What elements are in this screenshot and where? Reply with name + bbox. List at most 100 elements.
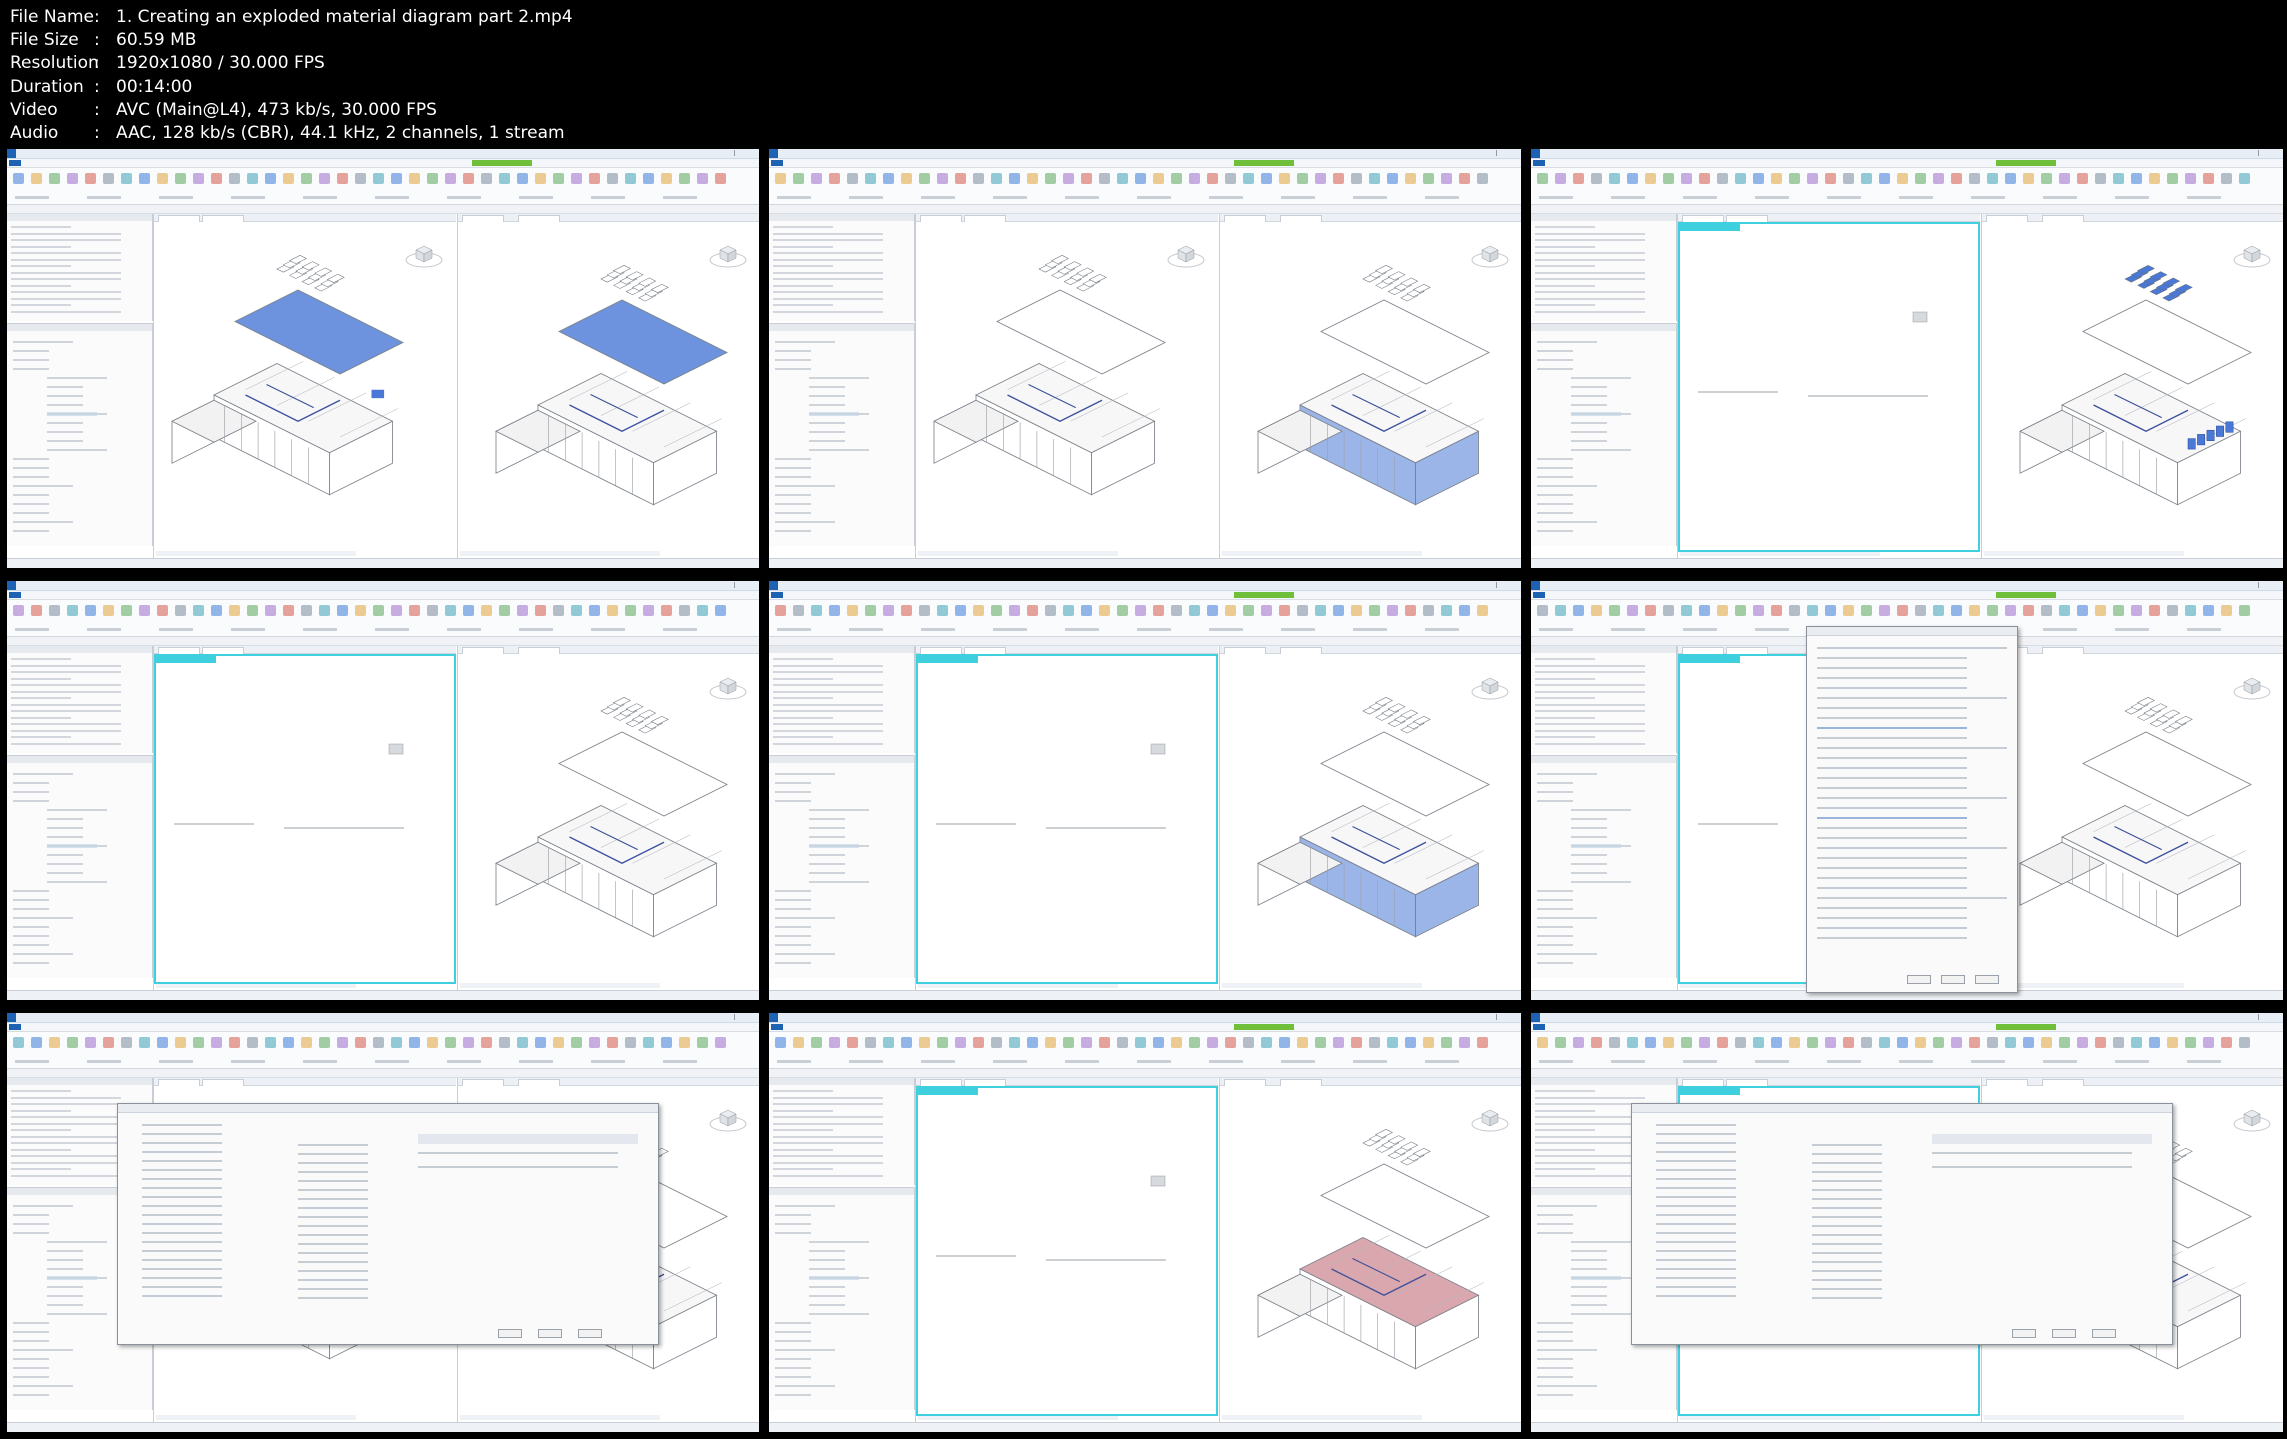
view-tab: [1726, 647, 1768, 654]
ribbon-tool-icon: [1279, 173, 1290, 184]
browser-item: [775, 917, 835, 919]
browser-item: [1571, 1241, 1631, 1243]
ribbon-tool-icon: [697, 1037, 708, 1048]
property-row: [773, 710, 883, 712]
browser-item: [13, 1322, 49, 1324]
view-window-left: [915, 1078, 1218, 1422]
view-canvas-left: [933, 245, 1205, 496]
dialog-row: [1817, 867, 1967, 869]
window-highlight: [2197, 434, 2206, 446]
view-canvas-right: [1257, 677, 1509, 938]
property-row: [1535, 729, 1645, 732]
contextual-tab: [1234, 160, 1294, 166]
ribbon-tool-icon: [955, 605, 966, 616]
ribbon-tool-icon: [1297, 1037, 1308, 1048]
file-info-row: Duration:00:14:00: [10, 76, 573, 99]
video-thumbnail: [7, 1013, 759, 1432]
browser-item: [47, 440, 83, 442]
browser-item: [13, 521, 73, 523]
revit-app-icon: [7, 581, 16, 590]
ribbon-group-label: [159, 1060, 193, 1063]
contextual-tab: [1234, 592, 1294, 598]
property-row: [773, 729, 883, 732]
view-tab: [920, 1079, 962, 1086]
file-info-value: 00:14:00: [116, 76, 193, 97]
ribbon-tool-icon: [1843, 173, 1854, 184]
browser-item: [1537, 485, 1597, 487]
dialog-button: [1907, 975, 1931, 984]
property-row: [11, 684, 121, 686]
browser-item: [775, 1205, 835, 1207]
view-tab: [518, 215, 560, 222]
ribbon-group-label: [303, 196, 337, 199]
temporary-isolate-label: [1680, 224, 1740, 231]
ribbon-tool-icon: [1423, 173, 1434, 184]
project-browser: [769, 323, 915, 546]
ribbon-tool-icon: [193, 1037, 204, 1048]
category-list-item: [1812, 1171, 1882, 1173]
browser-item: [1537, 1331, 1573, 1333]
ribbon-group-label: [663, 1060, 697, 1063]
browser-item: [1571, 449, 1631, 451]
ribbon-group-label: [1209, 196, 1243, 199]
title-bar: [1531, 581, 2283, 591]
project-browser-header: [769, 1188, 914, 1195]
browser-item: [13, 1331, 49, 1333]
dialog-row: [1817, 807, 1967, 809]
file-info-key: Resolution: [10, 53, 99, 74]
ribbon-tool-icon: [2023, 605, 2034, 616]
browser-item: [47, 854, 83, 856]
ribbon-tool-icon: [1081, 1037, 1092, 1048]
ribbon-tool-icon: [1789, 1037, 1800, 1048]
ribbon-tool-icon: [1807, 173, 1818, 184]
browser-item: [47, 1250, 83, 1252]
ribbon-tool-icon: [715, 173, 726, 184]
ribbon-tool-icon: [157, 173, 168, 184]
ribbon-tool-icon: [1477, 605, 1488, 616]
ribbon-group-label: [375, 196, 409, 199]
project-browser-header: [1531, 756, 1676, 763]
properties-palette: [1531, 214, 1677, 321]
browser-item: [1571, 1277, 1631, 1279]
browser-item: [13, 935, 49, 937]
ribbon-tool-icon: [301, 1037, 312, 1048]
ribbon-tool-icon: [2059, 605, 2070, 616]
status-bar: [7, 990, 759, 1000]
ribbon-tool-icon: [1189, 1037, 1200, 1048]
ribbon-tool-icon: [1405, 605, 1416, 616]
ribbon-tool-icon: [211, 1037, 222, 1048]
ribbon-tool-icon: [1387, 605, 1398, 616]
dialog-row: [1817, 767, 1967, 769]
ribbon-tabs: [1531, 1023, 2283, 1032]
exploded-roof: [996, 289, 1166, 375]
file-tab: [1533, 1024, 1545, 1030]
view-tab: [2042, 215, 2084, 222]
view-tabs: [916, 1078, 1218, 1086]
ribbon-tool-icon: [445, 605, 456, 616]
filter-list-item: [1656, 1142, 1736, 1144]
ribbon-group-label: [1683, 196, 1717, 199]
project-browser-header: [769, 756, 914, 763]
view-tab: [462, 647, 504, 654]
ribbon-tool-icon: [1225, 173, 1236, 184]
view-tabs: [154, 1078, 456, 1086]
ribbon-group-label: [1971, 196, 2005, 199]
property-row: [11, 1096, 121, 1099]
view-tab: [1280, 1079, 1322, 1086]
property-row: [11, 232, 121, 235]
browser-item: [775, 773, 835, 775]
browser-item: [13, 782, 49, 784]
browser-item: [809, 845, 869, 847]
dialog-row: [1817, 907, 1967, 909]
exploded-roof: [2082, 299, 2252, 385]
ribbon-tool-icon: [589, 1037, 600, 1048]
browser-item: [13, 1205, 73, 1207]
ribbon-tool-icon: [553, 173, 564, 184]
ribbon-group-label: [159, 196, 193, 199]
browser-item: [13, 530, 49, 532]
options-bar: [769, 637, 1521, 646]
file-info-key: File Name: [10, 7, 95, 27]
ribbon-panel: [1531, 168, 2283, 205]
property-row: [773, 703, 883, 706]
ribbon-group-label: [87, 628, 121, 631]
